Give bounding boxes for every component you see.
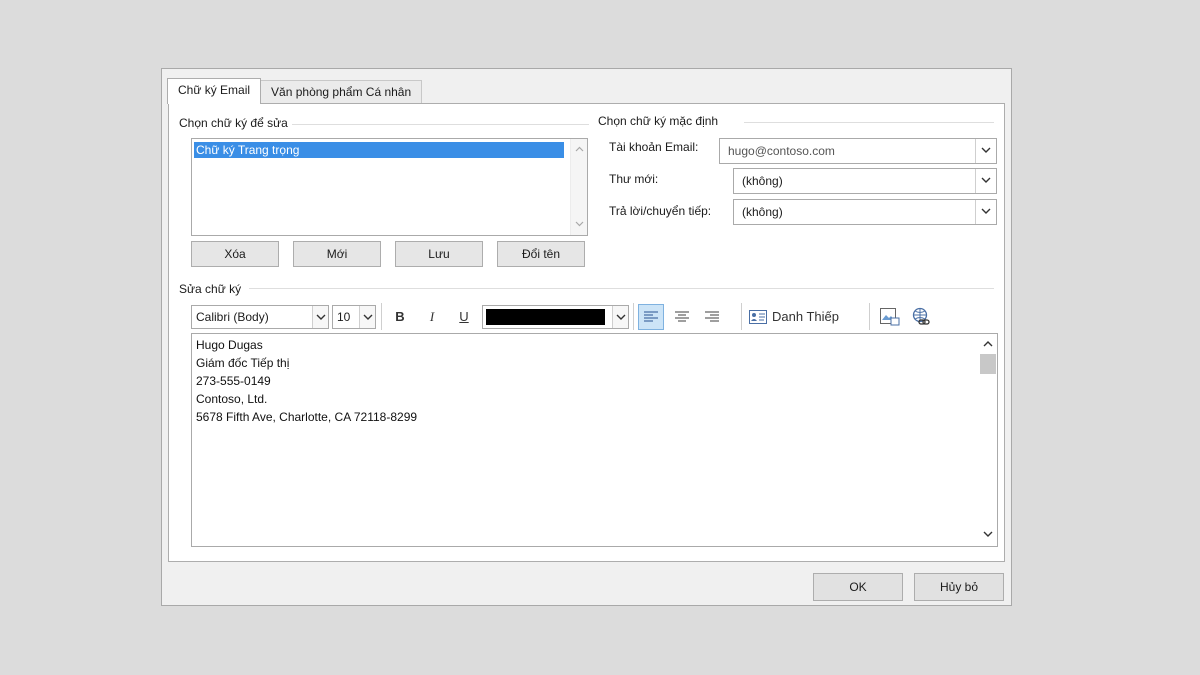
scroll-up-icon[interactable] [979,336,996,353]
signature-list-scrollbar[interactable] [570,139,587,235]
cancel-button[interactable]: Hủy bỏ [914,573,1004,601]
signature-editor[interactable]: Hugo Dugas Giám đốc Tiếp thị 273-555-014… [191,333,998,547]
new-messages-label: Thư mới: [609,172,659,186]
signature-line: Contoso, Ltd. [196,392,268,406]
insert-picture-icon [880,308,900,326]
font-select[interactable]: Calibri (Body) [191,305,329,329]
edit-signature-label: Sửa chữ ký [179,282,246,296]
align-right-icon [705,311,719,322]
new-messages-value: (không) [742,174,783,188]
email-account-select[interactable]: hugo@contoso.com [719,138,997,164]
divider [744,122,994,123]
bold-button[interactable]: B [389,305,411,329]
email-account-label: Tài khoản Email: [609,140,699,154]
font-color-select[interactable] [482,305,629,329]
chevron-down-icon[interactable] [975,169,996,193]
divider [249,288,994,289]
insert-picture-button[interactable] [878,305,902,329]
business-card-button[interactable]: Danh Thiếp [747,305,851,329]
hyperlink-icon [912,307,930,325]
chevron-down-icon[interactable] [359,306,375,328]
chevron-down-icon[interactable] [312,306,328,328]
email-account-value: hugo@contoso.com [728,144,835,158]
scroll-down-icon[interactable] [571,216,588,233]
italic-button[interactable]: I [421,305,443,329]
new-messages-select[interactable]: (không) [733,168,997,194]
font-color-swatch [486,309,605,325]
align-left-button[interactable] [638,304,664,330]
editor-scrollbar[interactable] [979,334,997,546]
delete-button[interactable]: Xóa [191,241,279,267]
signature-line: Hugo Dugas [196,338,263,352]
align-right-button[interactable] [700,305,724,329]
divider [289,124,589,125]
save-button[interactable]: Lưu [395,241,483,267]
default-signature-label: Chọn chữ ký mặc định [598,114,723,128]
scroll-up-icon[interactable] [571,141,588,158]
tab-personal-stationery[interactable]: Văn phòng phẩm Cá nhân [260,80,423,104]
align-left-icon [644,311,658,322]
align-center-icon [675,311,689,322]
signature-line: 5678 Fifth Ave, Charlotte, CA 72118-8299 [196,410,418,424]
tab-panel: Chọn chữ ký để sửa Chữ ký Trang trọng Xó… [168,103,1005,562]
chevron-down-icon[interactable] [975,139,996,163]
signature-line: 273-555-0149 [196,374,271,388]
rename-button[interactable]: Đổi tên [497,241,585,267]
toolbar-separator [633,303,634,330]
editor-scroll-thumb[interactable] [980,354,996,374]
signatures-dialog: Chữ ký Email Văn phòng phẩm Cá nhân Chọn… [161,68,1012,606]
signature-line: Giám đốc Tiếp thị [196,356,290,370]
font-value: Calibri (Body) [196,310,269,324]
font-size-value: 10 [337,310,351,324]
business-card-icon [749,310,767,324]
list-item[interactable]: Chữ ký Trang trọng [194,142,564,158]
chevron-down-icon[interactable] [975,200,996,224]
signature-list[interactable]: Chữ ký Trang trọng [191,138,588,236]
scroll-down-icon[interactable] [979,527,996,544]
replies-forwards-select[interactable]: (không) [733,199,997,225]
replies-forwards-label: Trả lời/chuyển tiếp: [609,204,712,218]
chevron-down-icon[interactable] [612,306,628,328]
align-center-button[interactable] [670,305,694,329]
hyperlink-button[interactable] [909,305,933,329]
business-card-label: Danh Thiếp [772,309,839,324]
toolbar-separator [869,303,870,330]
ok-button[interactable]: OK [813,573,903,601]
tab-email-signature[interactable]: Chữ ký Email [167,78,262,104]
replies-forwards-value: (không) [742,205,783,219]
tab-strip: Chữ ký Email Văn phòng phẩm Cá nhân [167,78,423,104]
new-button[interactable]: Mới [293,241,381,267]
font-size-select[interactable]: 10 [332,305,376,329]
toolbar-separator [741,303,742,330]
select-signature-label: Chọn chữ ký để sửa [179,116,292,130]
underline-button[interactable]: U [453,305,475,329]
toolbar-separator [381,303,382,330]
